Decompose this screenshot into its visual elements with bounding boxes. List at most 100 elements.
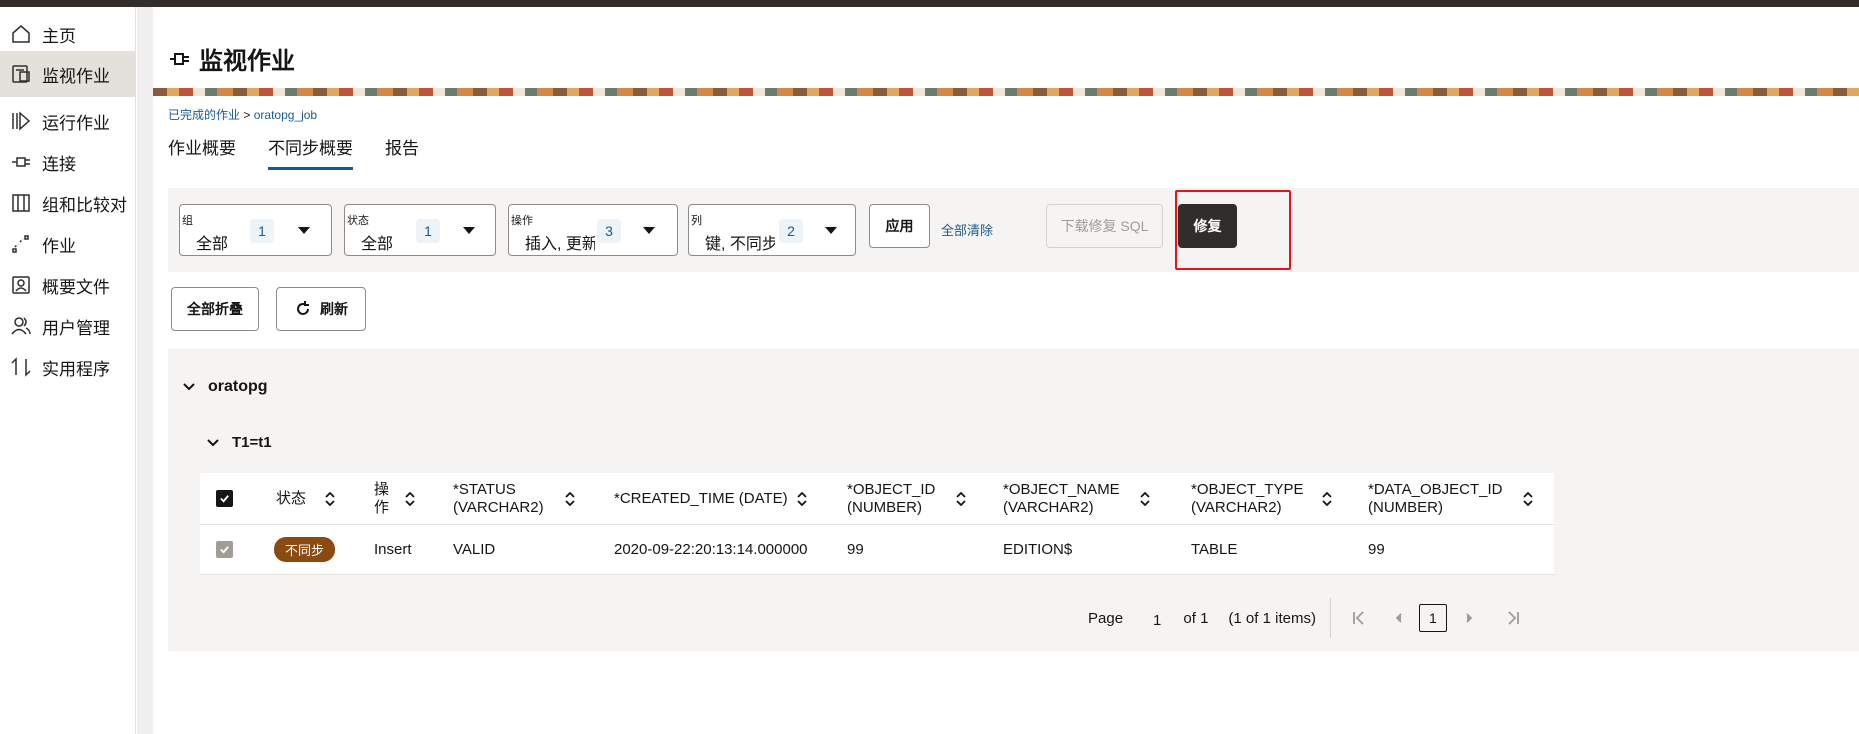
run-job-icon bbox=[0, 110, 42, 132]
next-page-icon[interactable] bbox=[1461, 610, 1477, 626]
filter-count-badge: 3 bbox=[597, 219, 621, 243]
checkbox bbox=[216, 541, 233, 558]
sidebar-item-connections[interactable]: 连接 bbox=[0, 139, 136, 185]
filter-value: 全部 bbox=[196, 236, 229, 253]
sidebar-item-groups[interactable]: 组和比较对 bbox=[0, 180, 136, 226]
table-row[interactable]: 不同步 Insert VALID 2020-09-22:20:13:14.000… bbox=[200, 525, 1554, 575]
chevron-down-icon bbox=[207, 438, 219, 446]
column-header-label: *OBJECT_TYPE bbox=[1191, 480, 1304, 498]
sidebar-item-label: 作业 bbox=[42, 236, 76, 256]
groups-compare-icon bbox=[0, 192, 42, 214]
home-icon bbox=[0, 23, 42, 45]
column-header-label: (VARCHAR2) bbox=[1003, 498, 1094, 516]
filter-label: 列 bbox=[691, 215, 702, 227]
first-page-icon[interactable] bbox=[1351, 610, 1367, 626]
sort-icon bbox=[956, 492, 966, 506]
operation-filter[interactable]: 操作 插入, 更新 3 bbox=[508, 204, 678, 256]
collapse-all-button[interactable]: 全部折叠 bbox=[171, 287, 259, 331]
row-checkbox[interactable] bbox=[216, 525, 233, 574]
jobs-icon bbox=[0, 233, 42, 255]
sidebar-item-label: 主页 bbox=[42, 26, 76, 46]
download-repair-sql-button[interactable]: 下载修复 SQL bbox=[1046, 204, 1163, 248]
column-header-object-type[interactable]: *OBJECT_TYPE (VARCHAR2) bbox=[1191, 473, 1341, 524]
refresh-button[interactable]: 刷新 bbox=[276, 287, 366, 331]
tab-report[interactable]: 报告 bbox=[385, 134, 419, 170]
operation-cell: Insert bbox=[374, 541, 412, 558]
column-header-status-varchar2[interactable]: *STATUS (VARCHAR2) bbox=[453, 473, 583, 524]
column-header-label: *OBJECT_NAME bbox=[1003, 480, 1120, 498]
column-header-label: 状态 bbox=[276, 489, 307, 507]
column-header-object-id[interactable]: *OBJECT_ID (NUMBER) bbox=[847, 473, 967, 524]
sidebar-item-profiles[interactable]: 概要文件 bbox=[0, 262, 136, 308]
column-filter[interactable]: 列 键, 不同步 2 bbox=[688, 204, 856, 256]
current-page-button[interactable]: 1 bbox=[1418, 604, 1447, 632]
sidebar: 主页 监视作业 运行作业 连接 组和比较对 作业 概要文件 用户管理 实用程序 bbox=[0, 7, 136, 734]
sort-icon bbox=[565, 492, 575, 506]
column-header-operation[interactable]: 操 作 bbox=[374, 473, 434, 524]
pagination: Page 1 of 1 (1 of 1 items) 1 bbox=[1088, 598, 1521, 638]
filter-value: 全部 bbox=[361, 236, 394, 253]
column-header-object-name[interactable]: *OBJECT_NAME (VARCHAR2) bbox=[1003, 473, 1153, 524]
filter-count-badge: 2 bbox=[779, 219, 803, 243]
sort-icon bbox=[797, 492, 807, 506]
sidebar-item-label: 组和比较对 bbox=[42, 195, 127, 215]
column-header-created-time[interactable]: *CREATED_TIME (DATE) bbox=[614, 473, 807, 524]
sidebar-item-monitor-jobs[interactable]: 监视作业 bbox=[0, 51, 136, 97]
breadcrumb-current: oratopg_job bbox=[253, 108, 318, 122]
sidebar-item-jobs[interactable]: 作业 bbox=[0, 221, 136, 267]
sidebar-item-label: 运行作业 bbox=[42, 113, 110, 133]
tab-out-of-sync-summary[interactable]: 不同步概要 bbox=[268, 134, 353, 170]
column-header-label: (NUMBER) bbox=[847, 498, 922, 516]
table-header-row: 状态 操 作 *STATUS (VARCHAR2) *CREATED_TIME … bbox=[200, 473, 1554, 525]
filter-count-badge: 1 bbox=[250, 219, 274, 243]
compare-pair-header[interactable]: T1=t1 bbox=[206, 434, 272, 451]
sidebar-item-utilities[interactable]: 实用程序 bbox=[0, 344, 136, 390]
page-title-text: 监视作业 bbox=[199, 48, 295, 75]
status-badge: 不同步 bbox=[274, 537, 336, 562]
object-id-cell: 99 bbox=[847, 541, 864, 558]
group-header[interactable]: oratopg bbox=[182, 378, 268, 396]
filter-count-badge: 1 bbox=[416, 219, 440, 243]
group-filter[interactable]: 组 全部 1 bbox=[179, 204, 332, 256]
profile-icon bbox=[0, 274, 42, 296]
sidebar-item-label: 实用程序 bbox=[42, 359, 110, 379]
pager-divider bbox=[1329, 598, 1331, 638]
filter-label: 操作 bbox=[511, 215, 533, 227]
column-header-label: (NUMBER) bbox=[1368, 498, 1443, 516]
column-header-label: 作 bbox=[374, 498, 390, 516]
object-name-cell: EDITION$ bbox=[1003, 541, 1073, 558]
chevron-down-icon bbox=[643, 227, 655, 234]
status-cell: 不同步 bbox=[274, 525, 336, 574]
page-number-input[interactable]: 1 bbox=[1153, 608, 1161, 629]
filter-value: 插入, 更新 bbox=[525, 236, 595, 253]
group-name: oratopg bbox=[208, 378, 268, 395]
chevron-down-icon bbox=[298, 227, 310, 234]
sidebar-item-label: 连接 bbox=[42, 154, 76, 174]
chevron-down-icon bbox=[463, 227, 475, 234]
column-header-label: (VARCHAR2) bbox=[1191, 498, 1282, 516]
column-header-label: 操 bbox=[374, 480, 390, 498]
previous-page-icon[interactable] bbox=[1391, 610, 1407, 626]
filter-label: 状态 bbox=[347, 215, 369, 227]
select-all-checkbox[interactable] bbox=[216, 473, 233, 524]
sidebar-item-label: 监视作业 bbox=[42, 66, 110, 86]
breadcrumb-parent[interactable]: 已完成的作业 bbox=[168, 108, 240, 122]
sidebar-item-label: 用户管理 bbox=[42, 318, 110, 338]
last-page-icon[interactable] bbox=[1505, 610, 1521, 626]
page-items-label: (1 of 1 items) bbox=[1228, 609, 1316, 627]
sidebar-item-users[interactable]: 用户管理 bbox=[0, 303, 136, 349]
status-filter[interactable]: 状态 全部 1 bbox=[344, 204, 496, 256]
column-header-status[interactable]: 状态 bbox=[276, 473, 346, 524]
clear-all-link[interactable]: 全部清除 bbox=[941, 220, 993, 239]
apply-button[interactable]: 应用 bbox=[869, 204, 930, 248]
check-icon bbox=[220, 495, 229, 503]
sidebar-item-run-jobs[interactable]: 运行作业 bbox=[0, 98, 136, 144]
column-header-data-object-id[interactable]: *DATA_OBJECT_ID (NUMBER) bbox=[1368, 473, 1538, 524]
refresh-label: 刷新 bbox=[320, 301, 348, 317]
utilities-icon bbox=[0, 356, 42, 378]
checkbox bbox=[216, 490, 233, 507]
column-header-label: *OBJECT_ID bbox=[847, 480, 936, 498]
tab-job-summary[interactable]: 作业概要 bbox=[168, 134, 236, 170]
page-label: Page bbox=[1088, 609, 1124, 627]
repair-highlight-box bbox=[1175, 190, 1291, 270]
